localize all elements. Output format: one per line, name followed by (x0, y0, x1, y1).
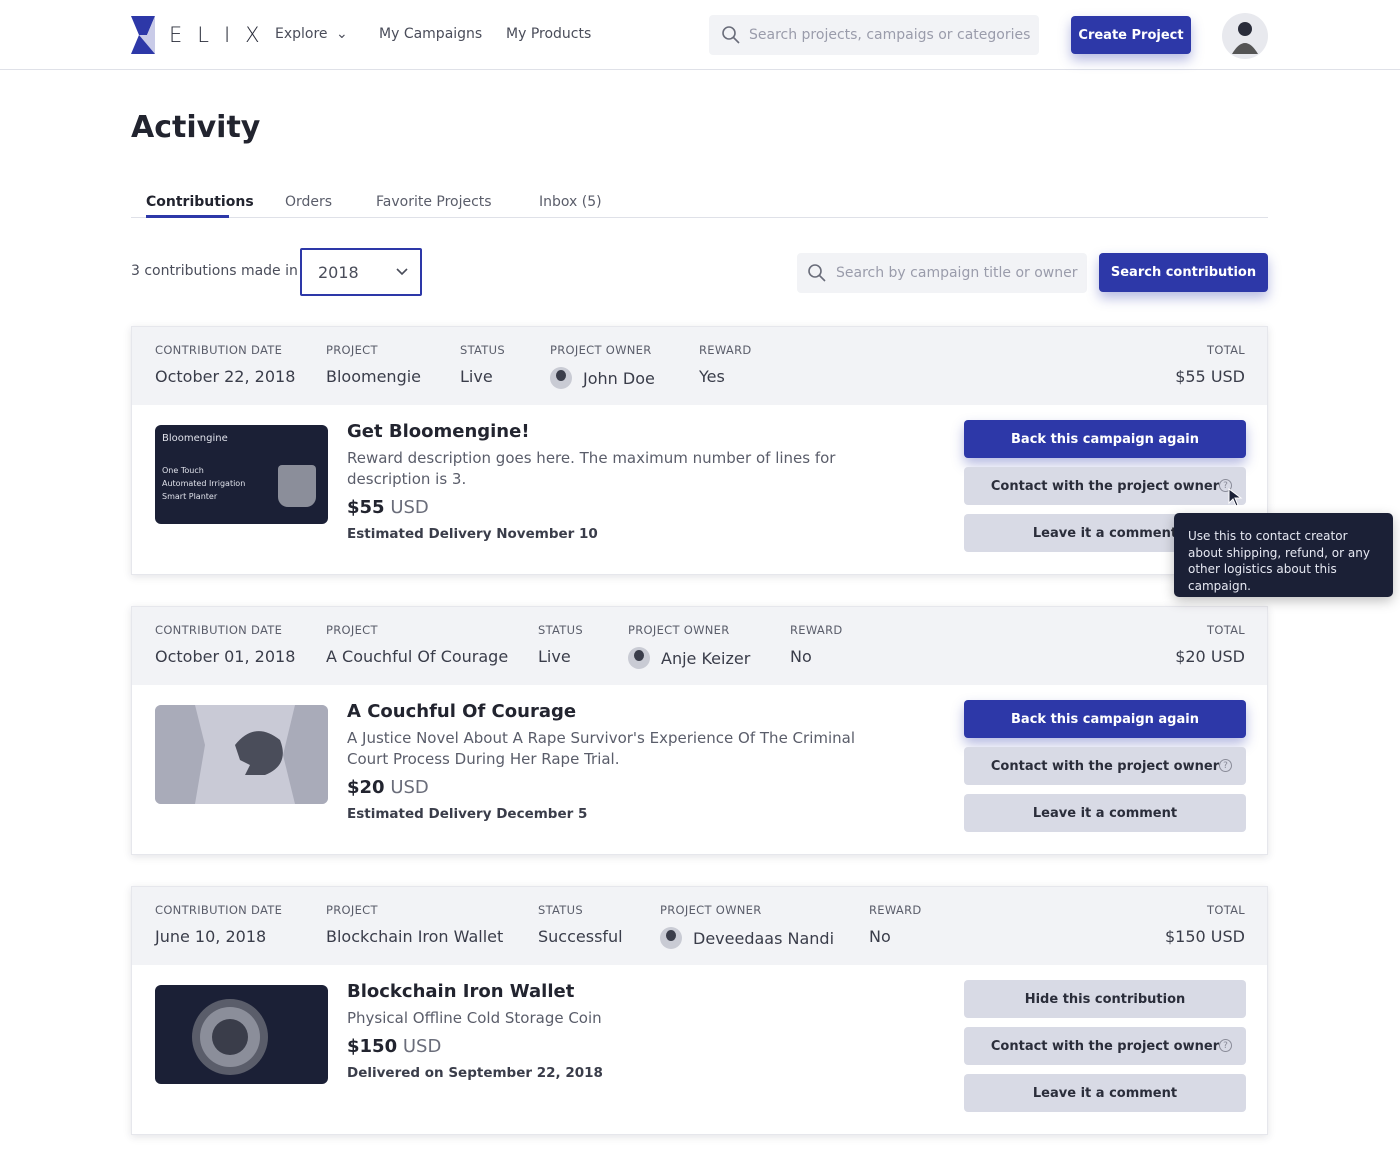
col-total: TOTAL $150 USD (1165, 903, 1245, 946)
project-thumbnail[interactable] (155, 985, 328, 1084)
col-status: STATUS Live (538, 623, 583, 666)
delivery-info: Estimated Delivery November 10 (347, 526, 598, 542)
reward-price: $150 USD (347, 1036, 442, 1057)
nav-my-products[interactable]: My Products (506, 26, 591, 42)
reward-price: $20 USD (347, 777, 429, 798)
activity-tabs: Contributions Orders Favorite Projects I… (131, 190, 1268, 218)
page-title: Activity (131, 110, 261, 145)
logo[interactable]: ELIX (131, 16, 275, 54)
active-tab-indicator (146, 215, 229, 218)
project-thumbnail[interactable]: Bloomengine One Touch Automated Irrigati… (155, 425, 328, 524)
contact-owner-label: Contact with the project owner (990, 478, 1220, 494)
global-search-placeholder: Search projects, campaigs or categories (749, 27, 1031, 43)
leave-comment-button[interactable]: Leave it a comment (964, 1074, 1246, 1112)
col-reward: REWARD No (790, 623, 843, 666)
leave-comment-button[interactable]: Leave it a comment (964, 794, 1246, 832)
col-reward: REWARD No (869, 903, 922, 946)
contact-owner-button[interactable]: Contact with the project owner? (964, 467, 1246, 505)
nav-my-campaigns[interactable]: My Campaigns (379, 26, 482, 42)
reward-description: A Justice Novel About A Rape Survivor's … (347, 729, 856, 768)
col-owner: PROJECT OWNER John Doe (550, 343, 655, 389)
contact-owner-label: Contact with the project owner (990, 1038, 1220, 1054)
top-navbar: ELIX Explore ⌄ My Campaigns My Products … (0, 0, 1400, 70)
contribution-summary: CONTRIBUTION DATE October 22, 2018 PROJEC… (132, 327, 1267, 405)
search-icon (808, 264, 826, 282)
reward-title: Get Bloomengine! (347, 421, 530, 442)
tab-favorite-projects[interactable]: Favorite Projects (376, 194, 492, 210)
col-status: STATUS Live (460, 343, 505, 386)
nav-explore[interactable]: Explore ⌄ (275, 26, 348, 42)
contribution-summary: CONTRIBUTION DATE June 10, 2018 PROJECT Bl… (132, 887, 1267, 965)
col-project: PROJECT A Couchful Of Courage (326, 623, 509, 666)
col-total: TOTAL $20 USD (1175, 623, 1245, 666)
planter-image (278, 465, 316, 507)
back-campaign-button[interactable]: Back this campaign again (964, 420, 1246, 458)
hide-contribution-button[interactable]: Hide this contribution (964, 980, 1246, 1018)
chevron-down-icon (396, 268, 408, 276)
chevron-down-icon: ⌄ (336, 26, 348, 42)
delivery-info: Estimated Delivery December 5 (347, 806, 588, 822)
logo-text: ELIX (169, 23, 275, 47)
year-select-value: 2018 (318, 262, 359, 282)
delivery-info: Delivered on September 22, 2018 (347, 1065, 603, 1081)
thumb-brand: Bloomengine (162, 433, 228, 444)
contributions-count-label: 3 contributions made in (131, 263, 298, 279)
contribution-search-placeholder: Search by campaign title or owner (836, 265, 1078, 281)
reward-description: Reward description goes here. The maximu… (347, 449, 836, 488)
nav-explore-label: Explore (275, 26, 328, 42)
contribution-card: CONTRIBUTION DATE October 22, 2018 PROJEC… (131, 326, 1268, 575)
owner-avatar (550, 367, 572, 389)
contribution-search-input[interactable]: Search by campaign title or owner (797, 253, 1087, 293)
book-cover-image (155, 705, 328, 804)
user-avatar[interactable] (1222, 13, 1268, 59)
col-total: TOTAL $55 USD (1175, 343, 1245, 386)
project-thumbnail[interactable] (155, 705, 328, 804)
search-icon (722, 26, 740, 44)
owner-name[interactable]: John Doe (583, 369, 655, 388)
owner-name[interactable]: Deveedaas Nandi (693, 929, 834, 948)
col-date: CONTRIBUTION DATE October 01, 2018 (155, 623, 296, 666)
tab-orders[interactable]: Orders (285, 194, 332, 210)
contribution-card: CONTRIBUTION DATE June 10, 2018 PROJECT Bl… (131, 886, 1268, 1135)
contact-owner-tooltip: Use this to contact creator about shippi… (1174, 513, 1393, 597)
reward-price: $55 USD (347, 497, 429, 518)
reward-title: A Couchful Of Courage (347, 701, 577, 722)
mouse-cursor-icon (1228, 488, 1243, 507)
owner-name[interactable]: Anje Keizer (661, 649, 750, 668)
create-project-button[interactable]: Create Project (1071, 16, 1191, 54)
reward-title: Blockchain Iron Wallet (347, 981, 575, 1002)
contribution-summary: CONTRIBUTION DATE October 01, 2018 PROJEC… (132, 607, 1267, 685)
contact-owner-label: Contact with the project owner (990, 758, 1220, 774)
col-owner: PROJECT OWNER Deveedaas Nandi (660, 903, 835, 949)
back-campaign-button[interactable]: Back this campaign again (964, 700, 1246, 738)
col-owner: PROJECT OWNER Anje Keizer (628, 623, 751, 669)
global-search-input[interactable]: Search projects, campaigs or categories (709, 15, 1039, 55)
help-icon[interactable]: ? (1219, 1039, 1232, 1052)
tab-inbox[interactable]: Inbox (5) (539, 194, 602, 210)
search-contribution-button[interactable]: Search contribution (1099, 253, 1268, 292)
contribution-card: CONTRIBUTION DATE October 01, 2018 PROJEC… (131, 606, 1268, 855)
col-date: CONTRIBUTION DATE October 22, 2018 (155, 343, 296, 386)
elix-logo-icon (131, 16, 155, 54)
contact-owner-button[interactable]: Contact with the project owner? (964, 1027, 1246, 1065)
contact-owner-button[interactable]: Contact with the project owner? (964, 747, 1246, 785)
col-project: PROJECT Bloomengie (326, 343, 422, 386)
col-project: PROJECT Blockchain Iron Wallet (326, 903, 504, 946)
coin-image (192, 999, 268, 1075)
help-icon[interactable]: ? (1219, 759, 1232, 772)
owner-avatar (660, 927, 682, 949)
col-date: CONTRIBUTION DATE June 10, 2018 (155, 903, 283, 946)
user-avatar-icon (1232, 22, 1258, 54)
col-status: STATUS Successful (538, 903, 623, 946)
owner-avatar (628, 647, 650, 669)
tab-contributions[interactable]: Contributions (146, 194, 254, 210)
year-select[interactable]: 2018 (300, 248, 422, 296)
col-reward: REWARD Yes (699, 343, 752, 386)
reward-description: Physical Offline Cold Storage Coin (347, 1009, 602, 1027)
